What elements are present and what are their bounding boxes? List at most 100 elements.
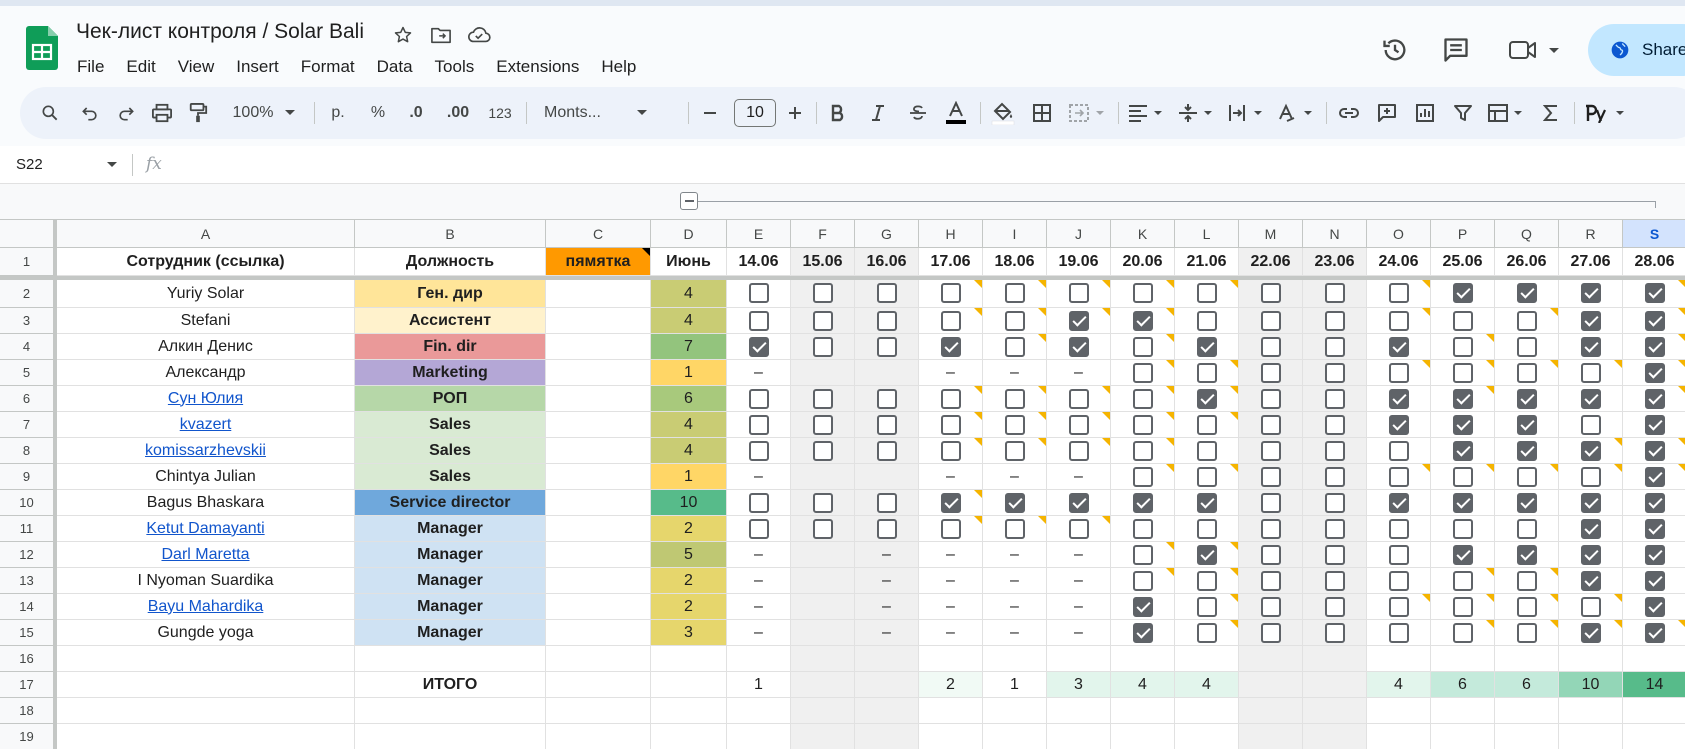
day-cell-dash[interactable]: – (919, 360, 983, 386)
day-cell[interactable] (1111, 412, 1175, 438)
checkbox-unchecked[interactable] (1517, 623, 1537, 643)
empty-cell[interactable] (1559, 698, 1623, 724)
checkbox-unchecked[interactable] (1005, 415, 1025, 435)
checkbox-unchecked[interactable] (813, 415, 833, 435)
day-cell[interactable] (727, 280, 791, 308)
checkbox-unchecked[interactable] (1581, 467, 1601, 487)
checkbox-unchecked[interactable] (1005, 441, 1025, 461)
checkbox-unchecked[interactable] (1197, 441, 1217, 461)
checkbox-checked[interactable] (1517, 283, 1537, 303)
day-cell-dash[interactable]: – (727, 620, 791, 646)
checkbox-unchecked[interactable] (1517, 597, 1537, 617)
day-cell[interactable] (1239, 360, 1303, 386)
column-header-b[interactable]: B (355, 220, 546, 248)
paint-format-icon[interactable] (182, 87, 214, 139)
empty-cell[interactable] (1047, 724, 1111, 749)
day-cell[interactable] (1431, 594, 1495, 620)
empty-cell[interactable] (855, 698, 919, 724)
empty-cell[interactable] (1431, 646, 1495, 672)
day-cell[interactable] (1303, 464, 1367, 490)
day-cell[interactable] (855, 334, 919, 360)
day-cell[interactable] (1623, 438, 1685, 464)
day-cell[interactable] (1239, 280, 1303, 308)
memo-cell[interactable] (546, 308, 651, 334)
day-cell[interactable] (1367, 542, 1431, 568)
day-cell[interactable] (1239, 594, 1303, 620)
checkbox-unchecked[interactable] (1133, 441, 1153, 461)
day-cell[interactable] (1495, 438, 1559, 464)
day-cell-dash[interactable]: – (983, 464, 1047, 490)
column-header-c[interactable]: C (546, 220, 651, 248)
day-cell[interactable] (1111, 280, 1175, 308)
empty-cell[interactable] (1175, 724, 1239, 749)
checkbox-unchecked[interactable] (1389, 311, 1409, 331)
cloud-saved-icon[interactable] (466, 22, 492, 48)
checkbox-unchecked[interactable] (941, 519, 961, 539)
checkbox-unchecked[interactable] (749, 519, 769, 539)
checkbox-unchecked[interactable] (1197, 415, 1217, 435)
day-cell[interactable] (1623, 280, 1685, 308)
day-cell[interactable] (1623, 568, 1685, 594)
checkbox-unchecked[interactable] (1133, 389, 1153, 409)
column-header-m[interactable]: M (1239, 220, 1303, 248)
day-cell-dash[interactable]: – (983, 360, 1047, 386)
empty-cell[interactable] (1239, 724, 1303, 749)
empty-cell[interactable] (1623, 724, 1685, 749)
day-cell[interactable] (1495, 516, 1559, 542)
memo-cell[interactable] (546, 516, 651, 542)
share-button[interactable]: Share (1588, 24, 1685, 76)
checkbox-unchecked[interactable] (749, 311, 769, 331)
format-currency-button[interactable]: р. (320, 87, 356, 139)
day-cell[interactable] (1559, 438, 1623, 464)
position-badge[interactable]: Manager (355, 594, 546, 620)
checkbox-unchecked[interactable] (1261, 283, 1281, 303)
checkbox-unchecked[interactable] (1261, 363, 1281, 383)
day-cell[interactable] (855, 438, 919, 464)
checkbox-checked[interactable] (1645, 415, 1665, 435)
day-cell[interactable] (919, 280, 983, 308)
day-cell[interactable] (1623, 464, 1685, 490)
position-badge[interactable]: Fin. dir (355, 334, 546, 360)
day-cell[interactable] (1303, 490, 1367, 516)
column-header-e[interactable]: E (727, 220, 791, 248)
checkbox-unchecked[interactable] (1261, 597, 1281, 617)
day-cell[interactable] (1175, 438, 1239, 464)
month-count[interactable]: 4 (651, 412, 727, 438)
position-badge[interactable]: Manager (355, 568, 546, 594)
empty-cell[interactable] (983, 646, 1047, 672)
checkbox-unchecked[interactable] (941, 441, 961, 461)
name-box[interactable]: S22 (16, 156, 43, 173)
spreadsheet-grid[interactable]: A B C D E F G H I J K L M N O P Q R S 1 2 3 4 5 6 7 8 9 10 11 12 13 14 15… (0, 220, 1685, 749)
day-cell[interactable] (1559, 542, 1623, 568)
empty-cell[interactable] (546, 646, 651, 672)
employee-name[interactable]: komissarzhevskii (57, 438, 355, 464)
menu-view[interactable]: View (167, 52, 226, 78)
checkbox-unchecked[interactable] (1453, 363, 1473, 383)
checkbox-checked[interactable] (1645, 467, 1665, 487)
checkbox-checked[interactable] (1197, 493, 1217, 513)
day-cell[interactable] (1559, 594, 1623, 620)
checkbox-unchecked[interactable] (1389, 363, 1409, 383)
empty-cell[interactable] (1367, 646, 1431, 672)
day-cell[interactable] (1047, 308, 1111, 334)
sheets-logo-icon[interactable] (26, 26, 58, 70)
checkbox-unchecked[interactable] (1261, 337, 1281, 357)
checkbox-unchecked[interactable] (1325, 571, 1345, 591)
empty-cell[interactable] (1495, 724, 1559, 749)
day-cell[interactable] (983, 334, 1047, 360)
checkbox-unchecked[interactable] (1005, 519, 1025, 539)
checkbox-unchecked[interactable] (1261, 441, 1281, 461)
checkbox-checked[interactable] (1645, 389, 1665, 409)
empty-cell[interactable] (1239, 698, 1303, 724)
total-value[interactable]: 1 (983, 672, 1047, 698)
column-header-n[interactable]: N (1303, 220, 1367, 248)
day-cell[interactable] (1559, 516, 1623, 542)
day-cell[interactable] (1111, 620, 1175, 646)
day-cell[interactable] (1175, 568, 1239, 594)
checkbox-checked[interactable] (1645, 441, 1665, 461)
checkbox-checked[interactable] (1645, 597, 1665, 617)
checkbox-checked[interactable] (1581, 623, 1601, 643)
day-cell[interactable] (1495, 308, 1559, 334)
day-cell[interactable] (1623, 308, 1685, 334)
checkbox-unchecked[interactable] (1069, 415, 1089, 435)
